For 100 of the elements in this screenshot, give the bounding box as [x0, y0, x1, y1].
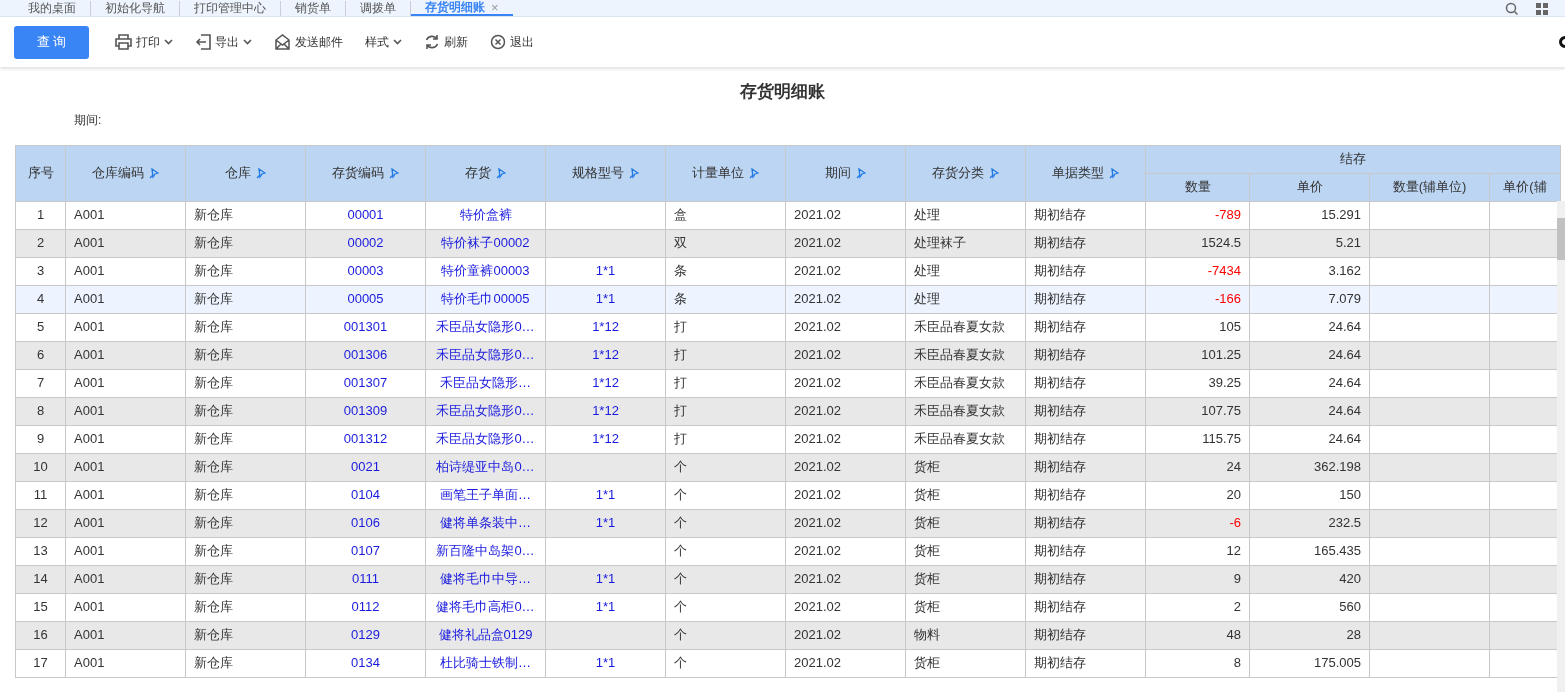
pin-icon[interactable] [149, 167, 159, 179]
tab[interactable]: 调拨单 [346, 1, 411, 16]
table-link[interactable]: 0021 [305, 453, 426, 481]
table-cell: 2021.02 [785, 565, 906, 593]
table-cell: 期初结存 [1025, 369, 1146, 397]
table-row[interactable]: 16 A001 新仓库 0129 健将礼品盒0129 个 2021.02 物料 期初结存 48 28 [15, 621, 1561, 649]
table-link[interactable]: 0107 [305, 537, 426, 565]
search-icon[interactable] [1505, 2, 1519, 16]
table-link[interactable]: 0134 [305, 649, 426, 677]
table-row[interactable]: 11 A001 新仓库 0104 画笔王子单面… 1*1 个 2021.02 货柜 期初结存 20 150 [15, 481, 1561, 509]
table-link[interactable]: 禾臣品女隐形0… [425, 341, 546, 369]
table-link[interactable]: 禾臣品女隐形0… [425, 313, 546, 341]
pin-icon[interactable] [1109, 167, 1119, 179]
table-link[interactable]: 禾臣品女隐形… [425, 369, 546, 397]
column-header[interactable]: 存货分类 [905, 145, 1026, 201]
column-header[interactable]: 单价(辅 [1489, 173, 1561, 201]
exit-button[interactable]: 退出 [490, 33, 534, 51]
send-mail-button[interactable]: 发送邮件 [274, 33, 343, 51]
refresh-button[interactable]: 刷新 [424, 33, 468, 51]
column-header[interactable]: 数量(辅单位) [1369, 173, 1490, 201]
column-header[interactable]: 仓库 [185, 145, 306, 201]
table-link[interactable]: 健将毛巾中导… [425, 565, 546, 593]
table-row[interactable]: 8 A001 新仓库 001309 禾臣品女隐形0… 1*12 打 2021.02 禾臣品春夏女款 期初结存 107.75 24.64 [15, 397, 1561, 425]
scrollbar-thumb[interactable] [1557, 217, 1565, 260]
table-row[interactable]: 2 A001 新仓库 00002 特价袜子00002 双 2021.02 处理袜子 期初结存 1524.5 5.21 [15, 229, 1561, 257]
table-link[interactable]: 00005 [305, 285, 426, 313]
table-link[interactable]: 0112 [305, 593, 426, 621]
table-cell: 1*12 [545, 397, 666, 425]
table-link[interactable]: 特价袜子00002 [425, 229, 546, 257]
table-link[interactable]: 特价毛巾00005 [425, 285, 546, 313]
table-link[interactable]: 健将单条装中… [425, 509, 546, 537]
tab[interactable]: 我的桌面 [14, 1, 91, 16]
table-link[interactable]: 001306 [305, 341, 426, 369]
table-link[interactable]: 0129 [305, 621, 426, 649]
table-cell: 1*12 [545, 425, 666, 453]
table-link[interactable]: 001301 [305, 313, 426, 341]
pin-icon[interactable] [989, 167, 999, 179]
table-row[interactable]: 15 A001 新仓库 0112 健将毛巾高柜0… 1*1 个 2021.02 货柜 期初结存 2 560 [15, 593, 1561, 621]
table-row[interactable]: 1 A001 新仓库 00001 特价盒裤 盒 2021.02 处理 期初结存 -789 15.291 [15, 201, 1561, 229]
table-row[interactable]: 7 A001 新仓库 001307 禾臣品女隐形… 1*12 打 2021.02 禾臣品春夏女款 期初结存 39.25 24.64 [15, 369, 1561, 397]
table-link[interactable]: 健将礼品盒0129 [425, 621, 546, 649]
tab[interactable]: 销货单 [281, 1, 346, 16]
table-link[interactable]: 禾臣品女隐形0… [425, 397, 546, 425]
table-link[interactable]: 特价童裤00003 [425, 257, 546, 285]
table-row[interactable]: 13 A001 新仓库 0107 新百隆中岛架0… 个 2021.02 货柜 期初结存 12 165.435 [15, 537, 1561, 565]
grid-icon[interactable] [1535, 2, 1549, 16]
print-button[interactable]: 打印 [115, 33, 173, 51]
table-row[interactable]: 9 A001 新仓库 001312 禾臣品女隐形0… 1*12 打 2021.02 禾臣品春夏女款 期初结存 115.75 24.64 [15, 425, 1561, 453]
table-link[interactable]: 杜比骑士铁制… [425, 649, 546, 677]
tab[interactable]: 初始化导航 [91, 1, 180, 16]
column-header[interactable]: 单据类型 [1025, 145, 1146, 201]
table-row[interactable]: 4 A001 新仓库 00005 特价毛巾00005 1*1 条 2021.02 处理 期初结存 -166 7.079 [15, 285, 1561, 313]
table-link[interactable]: 禾臣品女隐形0… [425, 425, 546, 453]
table-link[interactable]: 001312 [305, 425, 426, 453]
table-link[interactable]: 00002 [305, 229, 426, 257]
query-button[interactable]: 查 询 [14, 25, 89, 59]
pin-icon[interactable] [389, 167, 399, 179]
table-link[interactable]: 001307 [305, 369, 426, 397]
table-link[interactable]: 0111 [305, 565, 426, 593]
table-row[interactable]: 14 A001 新仓库 0111 健将毛巾中导… 1*1 个 2021.02 货柜 期初结存 9 420 [15, 565, 1561, 593]
table-row[interactable]: 12 A001 新仓库 0106 健将单条装中… 1*1 个 2021.02 货柜 期初结存 -6 232.5 [15, 509, 1561, 537]
table-link[interactable]: 00001 [305, 201, 426, 229]
column-header[interactable]: 数量 [1145, 173, 1250, 201]
table-link[interactable]: 特价盒裤 [425, 201, 546, 229]
scrollbar[interactable] [1557, 200, 1565, 692]
column-header[interactable]: 期间 [785, 145, 906, 201]
table-link[interactable]: 新百隆中岛架0… [425, 537, 546, 565]
table-link[interactable]: 00003 [305, 257, 426, 285]
table-link[interactable]: 0104 [305, 481, 426, 509]
pin-icon[interactable] [629, 167, 639, 179]
column-header[interactable]: 仓库编码 [65, 145, 186, 201]
table-row[interactable]: 3 A001 新仓库 00003 特价童裤00003 1*1 条 2021.02 处理 期初结存 -7434 3.162 [15, 257, 1561, 285]
style-button[interactable]: 样式 [365, 33, 402, 51]
table-cell: 2021.02 [785, 229, 906, 257]
table-link[interactable]: 0106 [305, 509, 426, 537]
column-header[interactable]: 规格型号 [545, 145, 666, 201]
tab[interactable]: 打印管理中心 [180, 1, 281, 16]
table-row[interactable]: 10 A001 新仓库 0021 柏诗缇亚中岛0… 个 2021.02 货柜 期初结存 24 362.198 [15, 453, 1561, 481]
export-button[interactable]: 导出 [195, 33, 252, 51]
column-header[interactable]: 序号 [15, 145, 66, 201]
table-row[interactable]: 6 A001 新仓库 001306 禾臣品女隐形0… 1*12 打 2021.02 禾臣品春夏女款 期初结存 101.25 24.64 [15, 341, 1561, 369]
column-header[interactable]: 存货 [425, 145, 546, 201]
table-cell: 6 [15, 341, 66, 369]
pin-icon[interactable] [256, 167, 266, 179]
table-cell: 期初结存 [1025, 537, 1146, 565]
pin-icon[interactable] [749, 167, 759, 179]
pin-icon[interactable] [496, 167, 506, 179]
table-row[interactable]: 17 A001 新仓库 0134 杜比骑士铁制… 1*1 个 2021.02 货柜 期初结存 8 175.005 [15, 649, 1561, 677]
table-link[interactable]: 柏诗缇亚中岛0… [425, 453, 546, 481]
table-row[interactable]: 5 A001 新仓库 001301 禾臣品女隐形0… 1*12 打 2021.02 禾臣品春夏女款 期初结存 105 24.64 [15, 313, 1561, 341]
table-link[interactable]: 001309 [305, 397, 426, 425]
column-header[interactable]: 计量单位 [665, 145, 786, 201]
column-header[interactable]: 存货编码 [305, 145, 426, 201]
table-link[interactable]: 健将毛巾高柜0… [425, 593, 546, 621]
pin-icon[interactable] [856, 167, 866, 179]
table-cell: 新仓库 [185, 257, 306, 285]
column-header[interactable]: 单价 [1249, 173, 1370, 201]
table-cell: -789 [1145, 201, 1250, 229]
table-link[interactable]: 画笔王子单面… [425, 481, 546, 509]
table-cell: 新仓库 [185, 201, 306, 229]
